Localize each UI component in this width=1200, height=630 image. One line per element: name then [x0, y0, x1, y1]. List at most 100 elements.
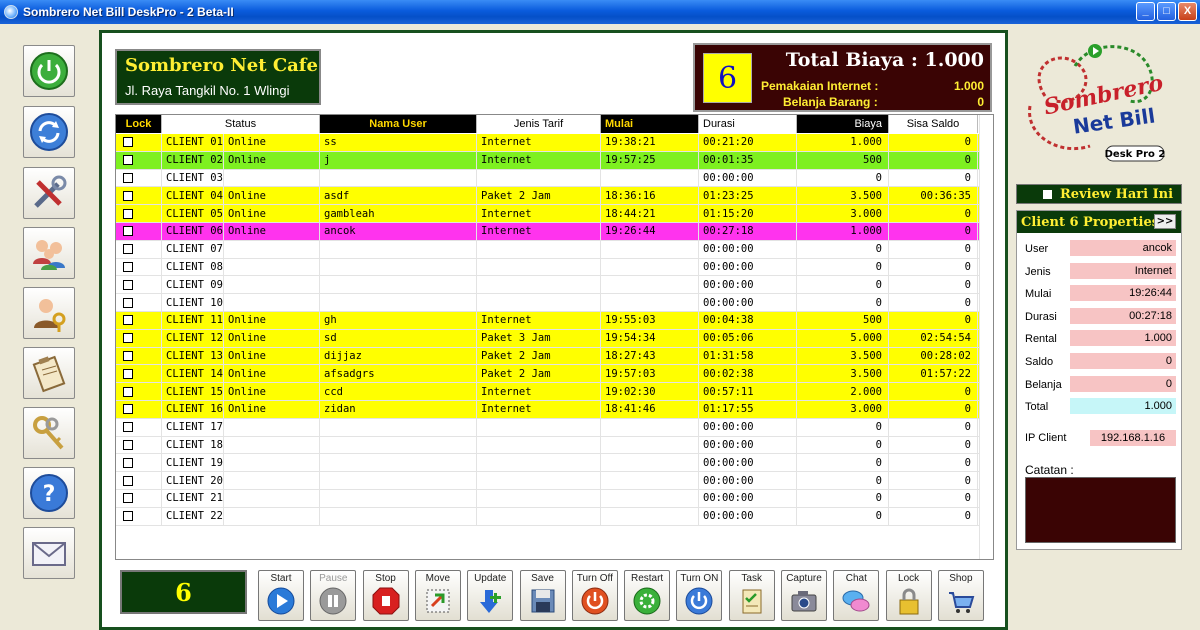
col-durasi-header[interactable]: Durasi: [699, 115, 797, 133]
stop-button[interactable]: Stop: [362, 570, 409, 621]
table-row[interactable]: CLIENT 16 Online zidan Internet 18:41:46 01:1…: [116, 400, 993, 419]
table-row[interactable]: CLIENT 04 Online asdf Paket 2 Jam 18:36:16 01…: [116, 187, 993, 206]
table-row[interactable]: CLIENT 08 00:00:00 0 0: [116, 258, 993, 277]
chat-button[interactable]: Chat: [833, 570, 880, 621]
table-row[interactable]: CLIENT 17 00:00:00 0 0: [116, 418, 993, 437]
col-user-header[interactable]: Nama User: [320, 115, 477, 133]
operator-button[interactable]: [23, 287, 75, 339]
title-bar[interactable]: Sombrero Net Bill DeskPro - 2 Beta-II _ …: [0, 0, 1200, 24]
restart-button[interactable]: Restart: [624, 570, 671, 621]
property-row-total: Total 1.000: [1017, 398, 1181, 416]
lock-checkbox[interactable]: [123, 404, 133, 415]
lock-checkbox[interactable]: [123, 386, 133, 397]
properties-expand-button[interactable]: >>: [1154, 214, 1176, 229]
table-row[interactable]: CLIENT 12 Online sd Paket 3 Jam 19:54:34 00:0…: [116, 329, 993, 348]
lock-checkbox[interactable]: [123, 511, 133, 522]
client-grid[interactable]: Lock Status Nama User Jenis Tarif Mulai …: [115, 114, 994, 560]
col-tarif-header[interactable]: Jenis Tarif: [477, 115, 601, 133]
table-row[interactable]: CLIENT 07 00:00:00 0 0: [116, 240, 993, 259]
lock-checkbox[interactable]: [123, 137, 133, 148]
users-button[interactable]: [23, 227, 75, 279]
grid-scrollbar[interactable]: [979, 115, 993, 559]
review-checkbox[interactable]: [1043, 189, 1052, 199]
goods-purchase-label: Belanja Barang :: [783, 95, 878, 109]
property-label: Total: [1025, 401, 1049, 414]
table-row[interactable]: CLIENT 10 00:00:00 0 0: [116, 294, 993, 312]
table-row[interactable]: CLIENT 13 Online dijjaz Paket 2 Jam 18:27:43…: [116, 347, 993, 366]
update-button[interactable]: Update: [467, 570, 514, 621]
tarif-cell: Internet: [477, 134, 601, 151]
task-button[interactable]: Task: [728, 570, 775, 621]
lock-checkbox[interactable]: [123, 297, 133, 308]
biaya-cell: 3.500: [797, 365, 889, 383]
table-row[interactable]: CLIENT 20 00:00:00 0 0: [116, 472, 993, 490]
lock-checkbox[interactable]: [123, 208, 133, 219]
lock-checkbox[interactable]: [123, 422, 133, 433]
lock-checkbox[interactable]: [123, 261, 133, 272]
table-row[interactable]: CLIENT 22 00:00:00 0 0: [116, 507, 993, 526]
start-button[interactable]: Start: [258, 570, 304, 621]
save-button[interactable]: Save: [519, 570, 566, 621]
mulai-cell: 18:44:21: [601, 205, 699, 222]
tools-button[interactable]: [23, 167, 75, 219]
lock-checkbox[interactable]: [123, 315, 133, 326]
lock-checkbox[interactable]: [123, 350, 133, 361]
update-icon: [480, 590, 502, 613]
help-button[interactable]: ?: [23, 467, 75, 519]
lock-cell: [116, 507, 162, 525]
review-today-toggle[interactable]: Review Hari Ini: [1016, 184, 1182, 204]
lock-checkbox[interactable]: [123, 155, 133, 166]
lock-checkbox[interactable]: [123, 190, 133, 201]
durasi-cell: 01:15:20: [699, 205, 797, 222]
shop-button[interactable]: Shop: [937, 570, 984, 621]
col-lock-header[interactable]: Lock: [116, 115, 162, 133]
lock-checkbox[interactable]: [123, 279, 133, 290]
pause-button[interactable]: Pause: [310, 570, 357, 621]
left-toolbar: ?: [8, 30, 92, 630]
restore-button[interactable]: □: [1157, 2, 1176, 21]
lock-checkbox[interactable]: [123, 493, 133, 504]
table-row[interactable]: CLIENT 01 Online ss Internet 19:38:21 00:21:2…: [116, 134, 993, 152]
lock-checkbox[interactable]: [123, 226, 133, 237]
table-row[interactable]: CLIENT 02 Online j Internet 19:57:25 00:01:35…: [116, 151, 993, 170]
table-row[interactable]: CLIENT 18 00:00:00 0 0: [116, 436, 993, 455]
turn-on-button[interactable]: Turn ON: [676, 570, 723, 621]
lock-button[interactable]: Lock: [885, 570, 932, 621]
lock-cell: [116, 365, 162, 383]
mulai-cell: 19:55:03: [601, 311, 699, 329]
turn-off-button[interactable]: Turn Off: [571, 570, 618, 621]
tarif-cell: Internet: [477, 222, 601, 240]
col-sisa-header[interactable]: Sisa Saldo: [889, 115, 978, 133]
col-status-header[interactable]: Status: [162, 115, 320, 133]
lock-checkbox[interactable]: [123, 475, 133, 486]
move-button[interactable]: Move: [414, 570, 461, 621]
mulai-cell: [601, 294, 699, 311]
table-row[interactable]: CLIENT 15 Online ccd Internet 19:02:30 00:57:…: [116, 383, 993, 401]
lock-checkbox[interactable]: [123, 439, 133, 450]
keys-button[interactable]: [23, 407, 75, 459]
col-biaya-header[interactable]: Biaya: [797, 115, 889, 133]
power-button[interactable]: [23, 45, 75, 97]
col-mulai-header[interactable]: Mulai: [601, 115, 699, 133]
refresh-button[interactable]: [23, 106, 75, 158]
lock-checkbox[interactable]: [123, 172, 133, 183]
close-button[interactable]: X: [1178, 2, 1197, 21]
table-row[interactable]: CLIENT 09 00:00:00 0 0: [116, 276, 993, 295]
lock-checkbox[interactable]: [123, 368, 133, 379]
table-row[interactable]: CLIENT 19 00:00:00 0 0: [116, 454, 993, 473]
table-row[interactable]: CLIENT 14 Online afsadgrs Paket 2 Jam 19:57:…: [116, 365, 993, 384]
user-cell: ss: [320, 134, 477, 151]
lock-checkbox[interactable]: [123, 333, 133, 344]
lock-checkbox[interactable]: [123, 244, 133, 255]
minimize-button[interactable]: _: [1136, 2, 1155, 21]
table-row[interactable]: CLIENT 06 Online ancok Internet 19:26:44 00:2…: [116, 222, 993, 241]
capture-button[interactable]: Capture: [781, 570, 827, 621]
report-button[interactable]: [23, 347, 75, 399]
table-row[interactable]: CLIENT 03 00:00:00 0 0: [116, 169, 993, 188]
table-row[interactable]: CLIENT 11 Online gh Internet 19:55:03 00:04:3…: [116, 311, 993, 330]
lock-checkbox[interactable]: [123, 457, 133, 468]
catatan-textarea[interactable]: [1025, 477, 1176, 543]
table-row[interactable]: CLIENT 05 Online gambleah Internet 18:44:21 0…: [116, 205, 993, 223]
table-row[interactable]: CLIENT 21 00:00:00 0 0: [116, 489, 993, 508]
mail-button[interactable]: [23, 527, 75, 579]
